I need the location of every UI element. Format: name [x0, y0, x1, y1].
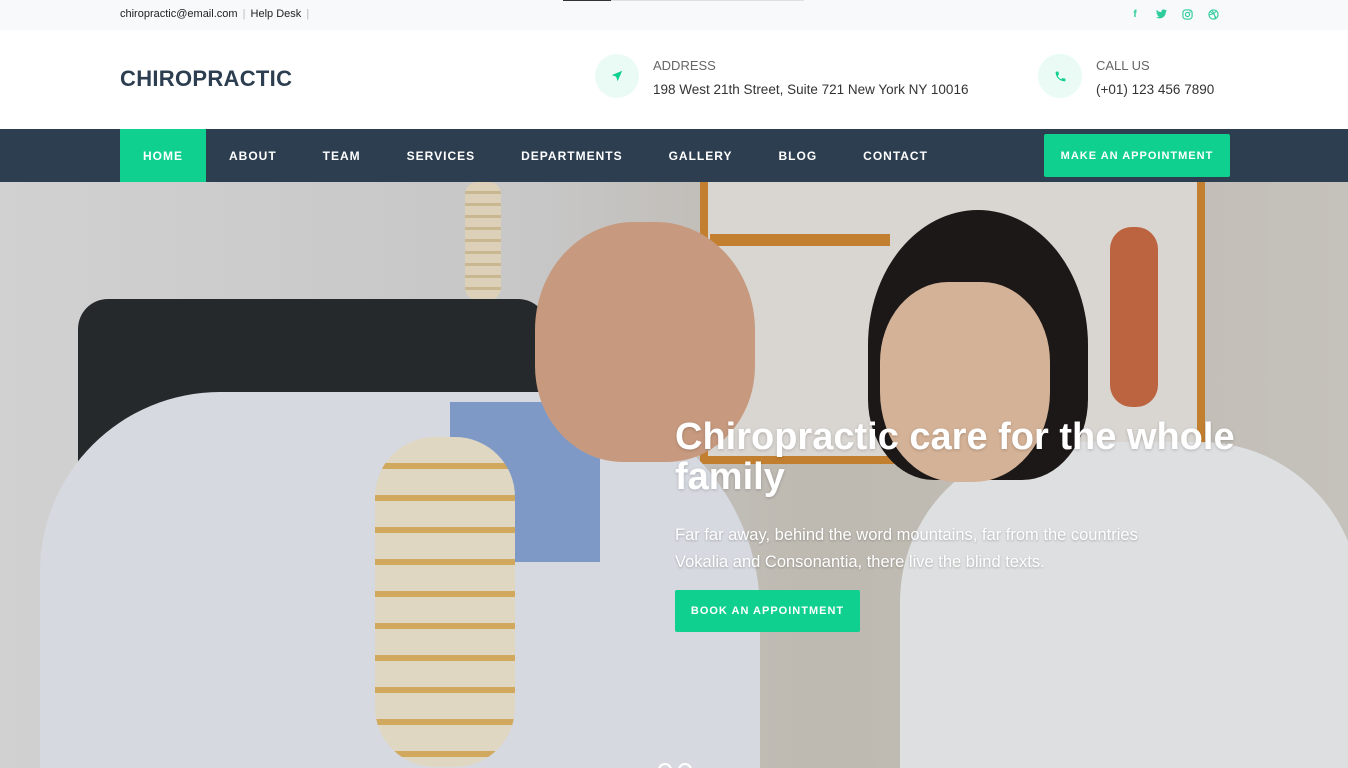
- make-appointment-button[interactable]: MAKE AN APPOINTMENT: [1044, 134, 1230, 177]
- address-label: ADDRESS: [653, 58, 716, 73]
- nav-item-services[interactable]: SERVICES: [384, 129, 498, 182]
- hero-text: Far far away, behind the word mountains,…: [675, 526, 1138, 571]
- nav-item-contact[interactable]: CONTACT: [840, 129, 951, 182]
- twitter-icon[interactable]: [1154, 7, 1168, 21]
- social-links: f: [1128, 7, 1220, 21]
- top-bar: chiropractic@email.com | Help Desk | f: [0, 0, 1348, 30]
- top-contact: chiropractic@email.com | Help Desk |: [120, 8, 311, 20]
- call-block: CALL US (+01) 123 456 7890: [1038, 54, 1214, 98]
- slider-dots: [658, 763, 692, 768]
- nav-item-gallery[interactable]: GALLERY: [646, 129, 756, 182]
- location-icon: [595, 54, 639, 98]
- site-header: CHIROPRACTIC ADDRESS 198 West 21th Stree…: [0, 30, 1348, 129]
- loading-indicator-progress: [563, 0, 611, 1]
- top-separator: |: [242, 8, 246, 20]
- nav-item-blog[interactable]: BLOG: [755, 129, 840, 182]
- facebook-icon[interactable]: f: [1128, 7, 1142, 21]
- phone-icon: [1038, 54, 1082, 98]
- slider-dot-1[interactable]: [658, 763, 672, 768]
- nav-item-about[interactable]: ABOUT: [206, 129, 300, 182]
- brand-logo[interactable]: CHIROPRACTIC: [120, 66, 292, 92]
- book-appointment-button[interactable]: BOOK AN APPOINTMENT: [675, 590, 860, 632]
- help-desk-link[interactable]: Help Desk: [251, 8, 302, 20]
- instagram-icon[interactable]: [1180, 7, 1194, 21]
- hero-title: Chiropractic care for the whole family: [675, 416, 1235, 498]
- call-label: CALL US: [1096, 58, 1150, 73]
- top-email-link[interactable]: chiropractic@email.com: [120, 8, 238, 20]
- address-value: 198 West 21th Street, Suite 721 New York…: [653, 82, 969, 97]
- top-separator-end: |: [306, 8, 310, 20]
- dribbble-icon[interactable]: [1206, 7, 1220, 21]
- nav-item-home[interactable]: HOME: [120, 129, 206, 182]
- nav-item-team[interactable]: TEAM: [300, 129, 384, 182]
- call-value[interactable]: (+01) 123 456 7890: [1096, 82, 1214, 97]
- nav-item-departments[interactable]: DEPARTMENTS: [498, 129, 645, 182]
- slider-dot-2[interactable]: [678, 763, 692, 768]
- hero-section: Chiropractic care for the whole family F…: [0, 182, 1348, 768]
- address-block: ADDRESS 198 West 21th Street, Suite 721 …: [595, 54, 968, 98]
- main-nav: HOME ABOUT TEAM SERVICES DEPARTMENTS GAL…: [0, 129, 1348, 182]
